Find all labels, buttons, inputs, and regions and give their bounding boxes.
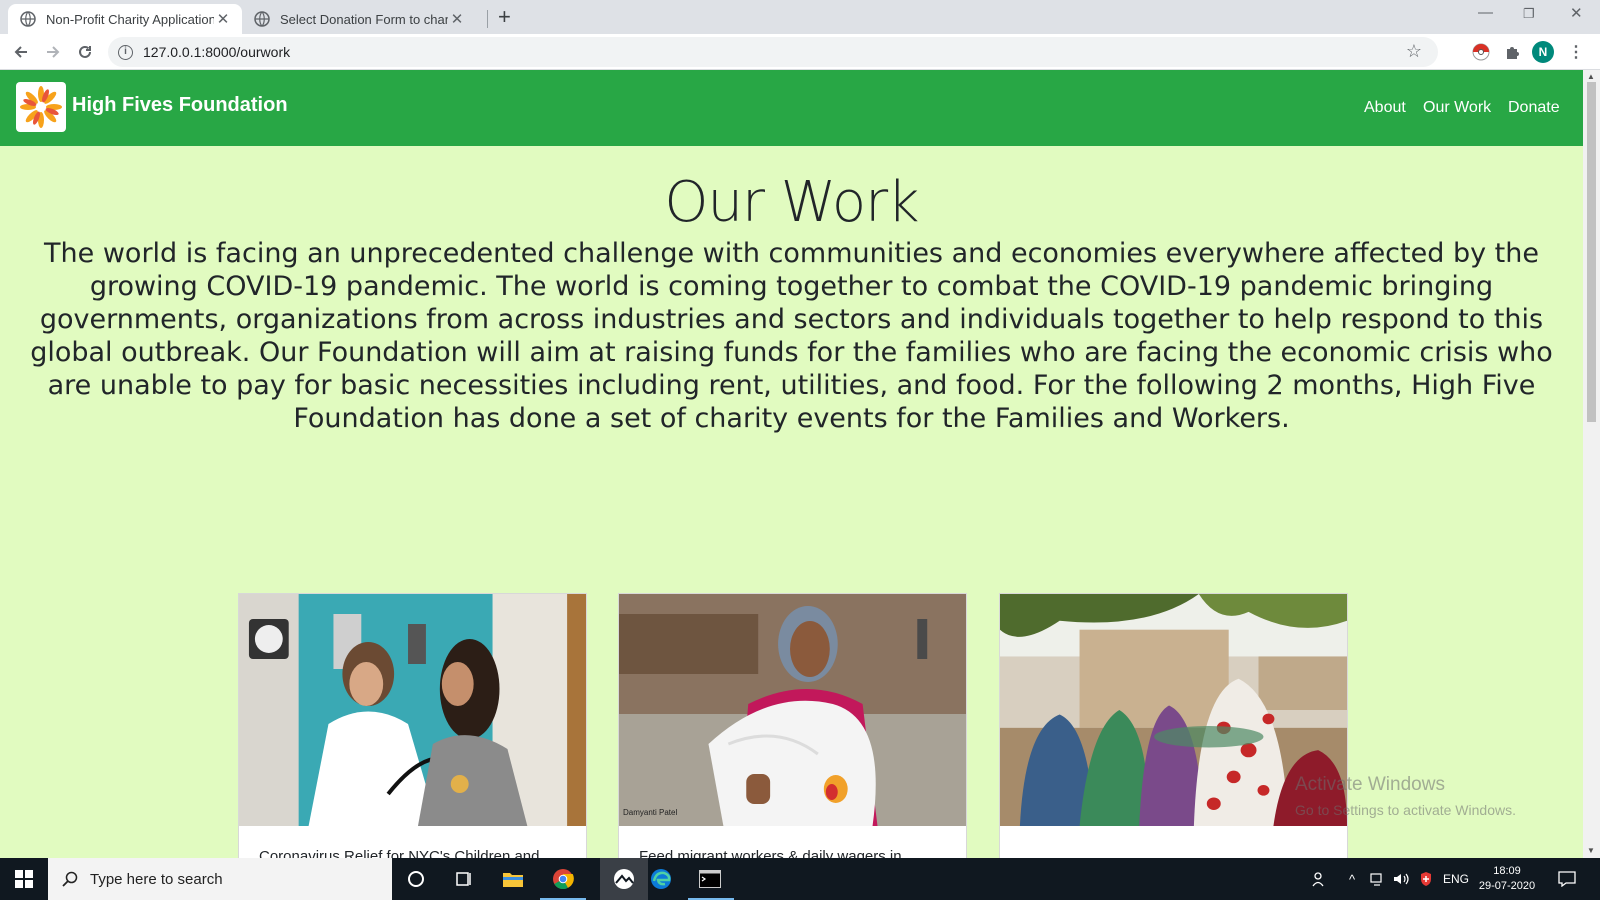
close-icon[interactable]: ✕ bbox=[448, 10, 466, 28]
elderly-woman-with-food-bag-photo bbox=[619, 594, 966, 826]
page-viewport: High Fives Foundation About Our Work Don… bbox=[0, 70, 1583, 858]
task-view-icon[interactable] bbox=[451, 866, 477, 892]
activate-windows-title: Activate Windows bbox=[1295, 774, 1445, 795]
sunburst-logo-icon bbox=[20, 86, 62, 128]
kebab-menu-icon[interactable]: ⋮ bbox=[1565, 41, 1587, 63]
intro-paragraph: The world is facing an unprecedented cha… bbox=[30, 238, 1553, 434]
card-title[interactable]: Coronavirus Relief for NYC's Children an… bbox=[259, 848, 539, 858]
close-icon[interactable]: ✕ bbox=[214, 10, 232, 28]
search-placeholder[interactable]: Type here to search bbox=[90, 871, 223, 888]
profile-avatar[interactable]: N bbox=[1532, 41, 1554, 63]
tab-title: Non-Profit Charity Application bbox=[46, 11, 214, 27]
back-icon[interactable] bbox=[8, 39, 34, 65]
charity-card[interactable] bbox=[999, 593, 1348, 858]
new-tab-icon[interactable]: + bbox=[498, 6, 511, 28]
notification-icon[interactable] bbox=[1558, 858, 1576, 900]
extension-icon[interactable] bbox=[1470, 41, 1492, 63]
minimize-icon[interactable]: — bbox=[1478, 4, 1493, 21]
address-bar[interactable]: i 127.0.0.1:8000/ourwork ☆ bbox=[108, 37, 1438, 67]
foundation-logo[interactable] bbox=[16, 82, 66, 132]
language-indicator[interactable]: ENG bbox=[1443, 858, 1469, 900]
activate-windows-subtitle: Go to Settings to activate Windows. bbox=[1295, 802, 1516, 818]
brand-name[interactable]: High Fives Foundation bbox=[72, 94, 288, 117]
charity-card[interactable]: Damyanti Patel Feed migrant workers & da… bbox=[618, 593, 967, 858]
window-close-icon[interactable]: ✕ bbox=[1570, 4, 1583, 22]
photo-caption: Damyanti Patel bbox=[623, 808, 678, 817]
windows-taskbar: Type here to search ^ ENG 18:09 29-07-20… bbox=[0, 858, 1600, 900]
tab-separator bbox=[487, 10, 488, 28]
volume-icon[interactable] bbox=[1393, 858, 1409, 900]
scrollbar-thumb[interactable] bbox=[1587, 82, 1596, 422]
search-icon bbox=[62, 871, 78, 887]
network-icon[interactable] bbox=[1370, 858, 1386, 900]
cortana-icon[interactable] bbox=[403, 866, 429, 892]
browser-tab-strip: Non-Profit Charity Application ✕ Select … bbox=[0, 0, 1600, 34]
tab-select-donation-form[interactable]: Select Donation Form to change ✕ bbox=[242, 4, 476, 34]
nav-link-our-work[interactable]: Our Work bbox=[1423, 99, 1491, 117]
nav-link-donate[interactable]: Donate bbox=[1508, 99, 1560, 117]
windows-start-icon[interactable] bbox=[0, 858, 48, 900]
security-shield-icon[interactable] bbox=[1420, 858, 1432, 900]
page-title: Our Work bbox=[664, 170, 919, 235]
nav-link-about[interactable]: About bbox=[1364, 99, 1406, 117]
taskbar-search-box[interactable]: Type here to search bbox=[48, 858, 392, 900]
charity-card[interactable]: Coronavirus Relief for NYC's Children an… bbox=[238, 593, 587, 858]
site-navbar: High Fives Foundation About Our Work Don… bbox=[0, 70, 1583, 146]
photos-app-icon[interactable] bbox=[600, 858, 648, 900]
scroll-up-arrow-icon[interactable]: ▲ bbox=[1587, 72, 1595, 81]
clock-time: 18:09 bbox=[1493, 865, 1521, 877]
edge-icon[interactable] bbox=[648, 866, 674, 892]
file-explorer-icon[interactable] bbox=[500, 866, 526, 892]
clock-date: 29-07-2020 bbox=[1478, 880, 1536, 892]
bookmark-star-icon[interactable]: ☆ bbox=[1406, 41, 1422, 62]
puzzle-extensions-icon[interactable] bbox=[1502, 41, 1524, 63]
chrome-icon[interactable] bbox=[550, 866, 576, 892]
tab-title: Select Donation Form to change bbox=[280, 11, 448, 27]
info-icon[interactable]: i bbox=[118, 44, 133, 60]
url-text[interactable]: 127.0.0.1:8000/ourwork bbox=[143, 44, 290, 60]
doctor-examining-girl-photo bbox=[239, 594, 586, 826]
browser-toolbar: i 127.0.0.1:8000/ourwork ☆ N ⋮ bbox=[0, 34, 1600, 70]
terminal-icon[interactable] bbox=[697, 866, 723, 892]
people-icon[interactable] bbox=[1312, 858, 1328, 900]
card-title[interactable]: Feed migrant workers & daily wagers in bbox=[639, 848, 902, 858]
tab-non-profit-charity[interactable]: Non-Profit Charity Application ✕ bbox=[8, 4, 242, 34]
page-scrollbar[interactable]: ▲ ▼ bbox=[1583, 70, 1600, 858]
taskbar-clock[interactable]: 18:09 29-07-2020 bbox=[1472, 864, 1542, 894]
globe-icon bbox=[254, 11, 270, 27]
scroll-down-arrow-icon[interactable]: ▼ bbox=[1587, 846, 1595, 855]
restore-icon[interactable]: ❐ bbox=[1523, 6, 1535, 22]
globe-icon bbox=[20, 11, 36, 27]
reload-icon[interactable] bbox=[72, 39, 98, 65]
forward-icon[interactable] bbox=[40, 39, 66, 65]
tray-expand-icon[interactable]: ^ bbox=[1349, 858, 1355, 900]
